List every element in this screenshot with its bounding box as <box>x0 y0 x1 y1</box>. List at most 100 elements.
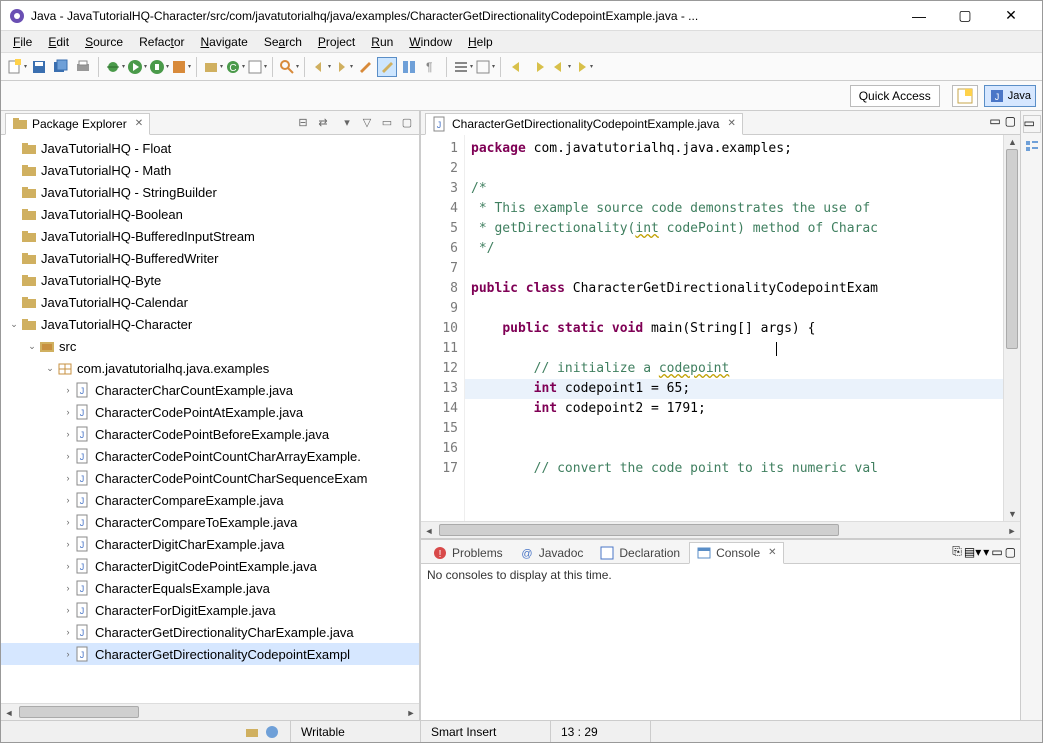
project-node[interactable]: JavaTutorialHQ-BufferedWriter <box>1 247 419 269</box>
package-explorer-tab[interactable]: Package Explorer ✕ <box>5 113 150 135</box>
project-node-open[interactable]: ⌄JavaTutorialHQ-Character <box>1 313 419 335</box>
project-node[interactable]: JavaTutorialHQ-Calendar <box>1 291 419 313</box>
scroll-up-icon[interactable]: ▲ <box>1004 135 1020 149</box>
last-edit-button[interactable] <box>355 57 375 77</box>
close-button[interactable]: ✕ <box>988 1 1034 31</box>
menu-run[interactable]: Run <box>363 33 401 51</box>
java-file-node[interactable]: ›JCharacterCharCountExample.java <box>1 379 419 401</box>
forward-history-button[interactable] <box>573 57 593 77</box>
editor-tab[interactable]: J CharacterGetDirectionalityCodepointExa… <box>425 113 743 135</box>
scroll-left-icon[interactable]: ◄ <box>1 704 17 720</box>
focus-task-icon[interactable]: ▾ <box>339 115 355 131</box>
tab-javadoc[interactable]: @Javadoc <box>512 542 591 563</box>
back-button[interactable] <box>507 57 527 77</box>
java-file-node[interactable]: ›JCharacterCompareToExample.java <box>1 511 419 533</box>
editor-gutter[interactable]: 1234567891011121314151617 <box>421 135 465 521</box>
package-explorer-tree[interactable]: JavaTutorialHQ - FloatJavaTutorialHQ - M… <box>1 135 419 703</box>
print-button[interactable] <box>73 57 93 77</box>
save-all-button[interactable] <box>51 57 71 77</box>
maximize-bottom-icon[interactable]: ▢ <box>1005 545 1016 559</box>
quick-access-field[interactable]: Quick Access <box>850 85 940 107</box>
java-file-node[interactable]: ›JCharacterDigitCharExample.java <box>1 533 419 555</box>
back-history-button[interactable] <box>551 57 571 77</box>
debug-button[interactable] <box>105 57 125 77</box>
restore-icon[interactable]: ▭ <box>1023 115 1041 133</box>
view-menu-icon[interactable]: ▽ <box>359 115 375 131</box>
java-file-node[interactable]: ›JCharacterDigitCodePointExample.java <box>1 555 419 577</box>
show-whitespace-button[interactable]: ¶ <box>421 57 441 77</box>
new-package-button[interactable] <box>203 57 223 77</box>
forward-button[interactable] <box>529 57 549 77</box>
java-file-node[interactable]: ›JCharacterEqualsExample.java <box>1 577 419 599</box>
tree-horizontal-scrollbar[interactable]: ◄ ► <box>1 703 419 720</box>
minimize-view-icon[interactable]: ▭ <box>379 115 395 131</box>
scroll-thumb[interactable] <box>439 524 839 536</box>
editor-code-area[interactable]: package com.javatutorialhq.java.examples… <box>465 135 1003 521</box>
package-node[interactable]: ⌄com.javatutorialhq.java.examples <box>1 357 419 379</box>
project-node[interactable]: JavaTutorialHQ - Math <box>1 159 419 181</box>
close-editor-icon[interactable]: ✕ <box>727 118 735 129</box>
close-console-icon[interactable]: ✕ <box>768 547 776 558</box>
menu-refactor[interactable]: Refactor <box>131 33 192 51</box>
maximize-view-icon[interactable]: ▢ <box>399 115 415 131</box>
java-file-node[interactable]: ›JCharacterCodePointCountCharArrayExampl… <box>1 445 419 467</box>
menu-search[interactable]: Search <box>256 33 310 51</box>
open-perspective-button[interactable] <box>952 85 978 107</box>
annotation-prev-button[interactable] <box>311 57 331 77</box>
menu-navigate[interactable]: Navigate <box>192 33 255 51</box>
minimize-bottom-icon[interactable]: ▭ <box>991 545 1002 559</box>
project-node[interactable]: JavaTutorialHQ-Boolean <box>1 203 419 225</box>
open-console-icon[interactable]: ▾ <box>983 545 989 559</box>
toggle-block-button[interactable] <box>399 57 419 77</box>
menu-project[interactable]: Project <box>310 33 363 51</box>
display-console-icon[interactable]: ▤▾ <box>964 545 981 559</box>
save-button[interactable] <box>29 57 49 77</box>
minimize-button[interactable]: — <box>896 1 942 31</box>
tab-problems[interactable]: !Problems <box>425 542 510 563</box>
java-file-node[interactable]: ›JCharacterGetDirectionalityCodepointExa… <box>1 643 419 665</box>
menu-help[interactable]: Help <box>460 33 501 51</box>
java-file-node[interactable]: ›JCharacterCodePointBeforeExample.java <box>1 423 419 445</box>
run-button[interactable] <box>127 57 147 77</box>
open-type-button[interactable] <box>247 57 267 77</box>
menu-window[interactable]: Window <box>401 33 460 51</box>
annotation-next-button[interactable] <box>333 57 353 77</box>
scroll-thumb[interactable] <box>1006 149 1018 349</box>
new-button[interactable] <box>7 57 27 77</box>
status-icon-2[interactable] <box>264 724 280 740</box>
src-folder-node[interactable]: ⌄src <box>1 335 419 357</box>
tab-console[interactable]: Console✕ <box>689 542 783 564</box>
status-icon-1[interactable] <box>244 724 260 740</box>
java-file-node[interactable]: ›JCharacterCompareExample.java <box>1 489 419 511</box>
close-view-icon[interactable]: ✕ <box>135 118 143 129</box>
link-editor-icon[interactable]: ⇄ <box>315 115 331 131</box>
ext-tools-button[interactable] <box>171 57 191 77</box>
java-file-node[interactable]: ›JCharacterCodePointCountCharSequenceExa… <box>1 467 419 489</box>
project-node[interactable]: JavaTutorialHQ-BufferedInputStream <box>1 225 419 247</box>
pin-console-icon[interactable]: ⎘ <box>952 544 962 559</box>
editor-horizontal-scrollbar[interactable]: ◄ ► <box>421 521 1020 538</box>
maximize-editor-icon[interactable]: ▢ <box>1005 114 1016 128</box>
maximize-button[interactable]: ▢ <box>942 1 988 31</box>
java-file-node[interactable]: ›JCharacterCodePointAtExample.java <box>1 401 419 423</box>
mark-occurrences-button[interactable] <box>377 57 397 77</box>
tab-declaration[interactable]: Declaration <box>592 542 687 563</box>
scroll-thumb[interactable] <box>19 706 139 718</box>
java-file-node[interactable]: ›JCharacterForDigitExample.java <box>1 599 419 621</box>
scroll-right-icon[interactable]: ► <box>1004 522 1020 539</box>
menu-file[interactable]: File <box>5 33 40 51</box>
outline-icon[interactable] <box>1024 139 1040 155</box>
menu-edit[interactable]: Edit <box>40 33 77 51</box>
project-node[interactable]: JavaTutorialHQ - Float <box>1 137 419 159</box>
scroll-right-icon[interactable]: ► <box>403 704 419 720</box>
java-perspective-button[interactable]: JJava <box>984 85 1036 107</box>
scroll-down-icon[interactable]: ▼ <box>1004 507 1020 521</box>
editor-vertical-scrollbar[interactable]: ▲ ▼ <box>1003 135 1020 521</box>
menu-source[interactable]: Source <box>77 33 131 51</box>
new-class-button[interactable]: C <box>225 57 245 77</box>
java-file-node[interactable]: ›JCharacterGetDirectionalityCharExample.… <box>1 621 419 643</box>
minimize-editor-icon[interactable]: ▭ <box>989 114 1000 128</box>
scroll-left-icon[interactable]: ◄ <box>421 522 437 539</box>
search-button[interactable] <box>279 57 299 77</box>
project-node[interactable]: JavaTutorialHQ-Byte <box>1 269 419 291</box>
